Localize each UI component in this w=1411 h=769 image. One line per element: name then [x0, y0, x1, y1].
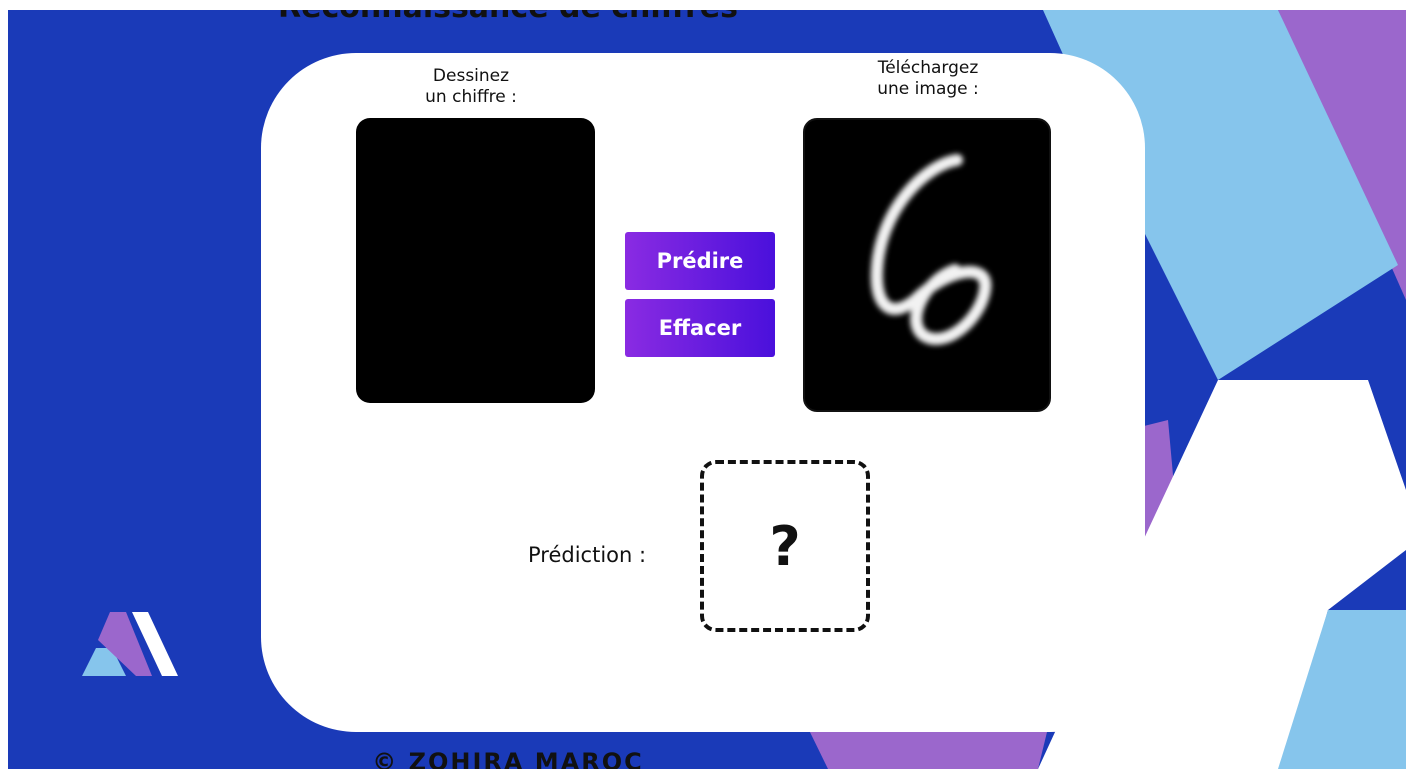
footer-copyright: © ZOHIRA MAROC	[372, 748, 644, 769]
upload-label: Téléchargez une image :	[877, 58, 979, 99]
app-title: Reconnaissance de chiffres	[8, 10, 1008, 25]
handwritten-digit-icon	[870, 154, 992, 345]
clear-button[interactable]: Effacer	[625, 299, 775, 357]
page-background: Reconnaissance de chiffres Dessinez un c…	[8, 10, 1406, 769]
prediction-value: ?	[769, 514, 801, 578]
drawing-canvas[interactable]	[356, 118, 595, 403]
brand-logo-icon	[82, 612, 178, 676]
prediction-label: Prédiction :	[528, 543, 647, 567]
prediction-result-box: ?	[700, 460, 870, 632]
draw-label: Dessinez un chiffre :	[425, 66, 517, 107]
predict-button[interactable]: Prédire	[625, 232, 775, 290]
upload-image-preview[interactable]	[803, 118, 1051, 412]
